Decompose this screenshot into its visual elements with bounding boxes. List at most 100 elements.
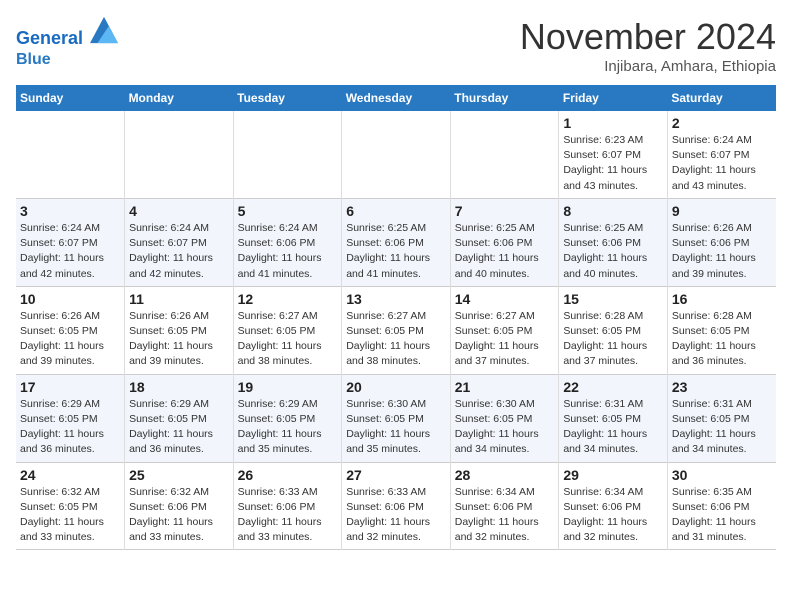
calendar-cell: 27Sunrise: 6:33 AMSunset: 6:06 PMDayligh… [342, 462, 451, 550]
day-number: 6 [346, 203, 446, 219]
day-number: 18 [129, 379, 229, 395]
day-info: Sunrise: 6:25 AMSunset: 6:06 PMDaylight:… [455, 221, 555, 282]
calendar-cell: 14 Sunrise: 6:27 AMSunset: 6:05 PMDayligh… [450, 286, 559, 374]
day-number: 20 [346, 379, 446, 395]
calendar-cell: 5 Sunrise: 6:24 AMSunset: 6:06 PMDaylight… [233, 198, 342, 286]
day-number: 10 [20, 291, 120, 307]
logo-icon [90, 16, 118, 44]
title-block: November 2024 Injibara, Amhara, Ethiopia [520, 16, 776, 75]
day-info: Sunrise: 6:34 AMSunset: 6:06 PMDaylight:… [455, 485, 555, 546]
day-info: Sunrise: 6:24 AMSunset: 6:07 PMDaylight:… [20, 221, 120, 282]
calendar-cell: 30 Sunrise: 6:35 AMSunset: 6:06 PMDayligh… [667, 462, 776, 550]
calendar-week-5: 24 Sunrise: 6:32 AMSunset: 6:05 PMDayligh… [16, 462, 776, 550]
day-number: 30 [672, 467, 772, 483]
header-cell-thursday: Thursday [450, 85, 559, 111]
calendar-cell: 8 Sunrise: 6:25 AMSunset: 6:06 PMDaylight… [559, 198, 668, 286]
calendar-header: SundayMondayTuesdayWednesdayThursdayFrid… [16, 85, 776, 111]
day-number: 19 [238, 379, 338, 395]
day-number: 24 [20, 467, 120, 483]
day-info: Sunrise: 6:23 AMSunset: 6:07 PMDaylight:… [563, 133, 663, 194]
day-info: Sunrise: 6:34 AMSunset: 6:06 PMDaylight:… [563, 485, 663, 546]
calendar-cell: 11Sunrise: 6:26 AMSunset: 6:05 PMDayligh… [125, 286, 234, 374]
calendar-cell: 28 Sunrise: 6:34 AMSunset: 6:06 PMDayligh… [450, 462, 559, 550]
day-info: Sunrise: 6:26 AMSunset: 6:05 PMDaylight:… [129, 309, 229, 370]
calendar-cell: 18 Sunrise: 6:29 AMSunset: 6:05 PMDayligh… [125, 374, 234, 462]
day-number: 7 [455, 203, 555, 219]
day-number: 16 [672, 291, 772, 307]
calendar-cell: 26 Sunrise: 6:33 AMSunset: 6:06 PMDayligh… [233, 462, 342, 550]
calendar-cell [16, 111, 125, 198]
day-info: Sunrise: 6:26 AMSunset: 6:06 PMDaylight:… [672, 221, 772, 282]
day-number: 3 [20, 203, 120, 219]
calendar-cell: 12 Sunrise: 6:27 AMSunset: 6:05 PMDayligh… [233, 286, 342, 374]
header-cell-sunday: Sunday [16, 85, 125, 111]
calendar-cell: 20 Sunrise: 6:30 AMSunset: 6:05 PMDayligh… [342, 374, 451, 462]
day-info: Sunrise: 6:27 AMSunset: 6:05 PMDaylight:… [238, 309, 338, 370]
day-number: 5 [238, 203, 338, 219]
header-cell-friday: Friday [559, 85, 668, 111]
calendar-cell: 21Sunrise: 6:30 AMSunset: 6:05 PMDayligh… [450, 374, 559, 462]
day-number: 27 [346, 467, 446, 483]
day-number: 26 [238, 467, 338, 483]
logo-text: General [16, 16, 118, 50]
calendar-week-4: 17 Sunrise: 6:29 AMSunset: 6:05 PMDayligh… [16, 374, 776, 462]
calendar-cell: 15Sunrise: 6:28 AMSunset: 6:05 PMDayligh… [559, 286, 668, 374]
calendar-week-2: 3 Sunrise: 6:24 AMSunset: 6:07 PMDaylight… [16, 198, 776, 286]
calendar-cell: 16Sunrise: 6:28 AMSunset: 6:05 PMDayligh… [667, 286, 776, 374]
calendar-cell [233, 111, 342, 198]
calendar-cell [450, 111, 559, 198]
day-number: 29 [563, 467, 663, 483]
day-info: Sunrise: 6:35 AMSunset: 6:06 PMDaylight:… [672, 485, 772, 546]
day-info: Sunrise: 6:32 AMSunset: 6:05 PMDaylight:… [20, 485, 120, 546]
calendar-cell: 25Sunrise: 6:32 AMSunset: 6:06 PMDayligh… [125, 462, 234, 550]
calendar-cell: 10 Sunrise: 6:26 AMSunset: 6:05 PMDayligh… [16, 286, 125, 374]
header-row: SundayMondayTuesdayWednesdayThursdayFrid… [16, 85, 776, 111]
header-cell-tuesday: Tuesday [233, 85, 342, 111]
calendar-cell: 24 Sunrise: 6:32 AMSunset: 6:05 PMDayligh… [16, 462, 125, 550]
day-info: Sunrise: 6:26 AMSunset: 6:05 PMDaylight:… [20, 309, 120, 370]
page-header: General Blue November 2024 Injibara, Amh… [16, 16, 776, 75]
calendar-cell: 7 Sunrise: 6:25 AMSunset: 6:06 PMDaylight… [450, 198, 559, 286]
day-number: 15 [563, 291, 663, 307]
calendar-cell: 13 Sunrise: 6:27 AMSunset: 6:05 PMDayligh… [342, 286, 451, 374]
day-info: Sunrise: 6:27 AMSunset: 6:05 PMDaylight:… [455, 309, 555, 370]
day-info: Sunrise: 6:29 AMSunset: 6:05 PMDaylight:… [129, 397, 229, 458]
page-subtitle: Injibara, Amhara, Ethiopia [520, 58, 776, 75]
day-number: 17 [20, 379, 120, 395]
calendar-cell: 17 Sunrise: 6:29 AMSunset: 6:05 PMDayligh… [16, 374, 125, 462]
day-number: 13 [346, 291, 446, 307]
day-number: 28 [455, 467, 555, 483]
calendar-week-1: 1 Sunrise: 6:23 AMSunset: 6:07 PMDaylight… [16, 111, 776, 198]
calendar-table: SundayMondayTuesdayWednesdayThursdayFrid… [16, 85, 776, 550]
header-cell-wednesday: Wednesday [342, 85, 451, 111]
day-number: 1 [563, 115, 663, 131]
day-info: Sunrise: 6:32 AMSunset: 6:06 PMDaylight:… [129, 485, 229, 546]
day-info: Sunrise: 6:33 AMSunset: 6:06 PMDaylight:… [238, 485, 338, 546]
calendar-cell: 22 Sunrise: 6:31 AMSunset: 6:05 PMDayligh… [559, 374, 668, 462]
header-cell-monday: Monday [125, 85, 234, 111]
day-info: Sunrise: 6:24 AMSunset: 6:06 PMDaylight:… [238, 221, 338, 282]
day-number: 4 [129, 203, 229, 219]
day-info: Sunrise: 6:30 AMSunset: 6:05 PMDaylight:… [455, 397, 555, 458]
calendar-body: 1 Sunrise: 6:23 AMSunset: 6:07 PMDaylight… [16, 111, 776, 550]
calendar-cell: 9 Sunrise: 6:26 AMSunset: 6:06 PMDaylight… [667, 198, 776, 286]
day-number: 8 [563, 203, 663, 219]
calendar-cell: 6Sunrise: 6:25 AMSunset: 6:06 PMDaylight… [342, 198, 451, 286]
logo: General Blue [16, 16, 118, 69]
day-info: Sunrise: 6:25 AMSunset: 6:06 PMDaylight:… [563, 221, 663, 282]
day-info: Sunrise: 6:30 AMSunset: 6:05 PMDaylight:… [346, 397, 446, 458]
calendar-cell [125, 111, 234, 198]
calendar-week-3: 10 Sunrise: 6:26 AMSunset: 6:05 PMDayligh… [16, 286, 776, 374]
day-info: Sunrise: 6:27 AMSunset: 6:05 PMDaylight:… [346, 309, 446, 370]
day-number: 14 [455, 291, 555, 307]
calendar-cell: 23 Sunrise: 6:31 AMSunset: 6:05 PMDayligh… [667, 374, 776, 462]
day-info: Sunrise: 6:29 AMSunset: 6:05 PMDaylight:… [20, 397, 120, 458]
day-info: Sunrise: 6:31 AMSunset: 6:05 PMDaylight:… [563, 397, 663, 458]
calendar-cell: 2Sunrise: 6:24 AMSunset: 6:07 PMDaylight… [667, 111, 776, 198]
day-number: 22 [563, 379, 663, 395]
day-number: 9 [672, 203, 772, 219]
day-info: Sunrise: 6:31 AMSunset: 6:05 PMDaylight:… [672, 397, 772, 458]
day-number: 23 [672, 379, 772, 395]
logo-general: General [16, 28, 83, 48]
day-number: 12 [238, 291, 338, 307]
